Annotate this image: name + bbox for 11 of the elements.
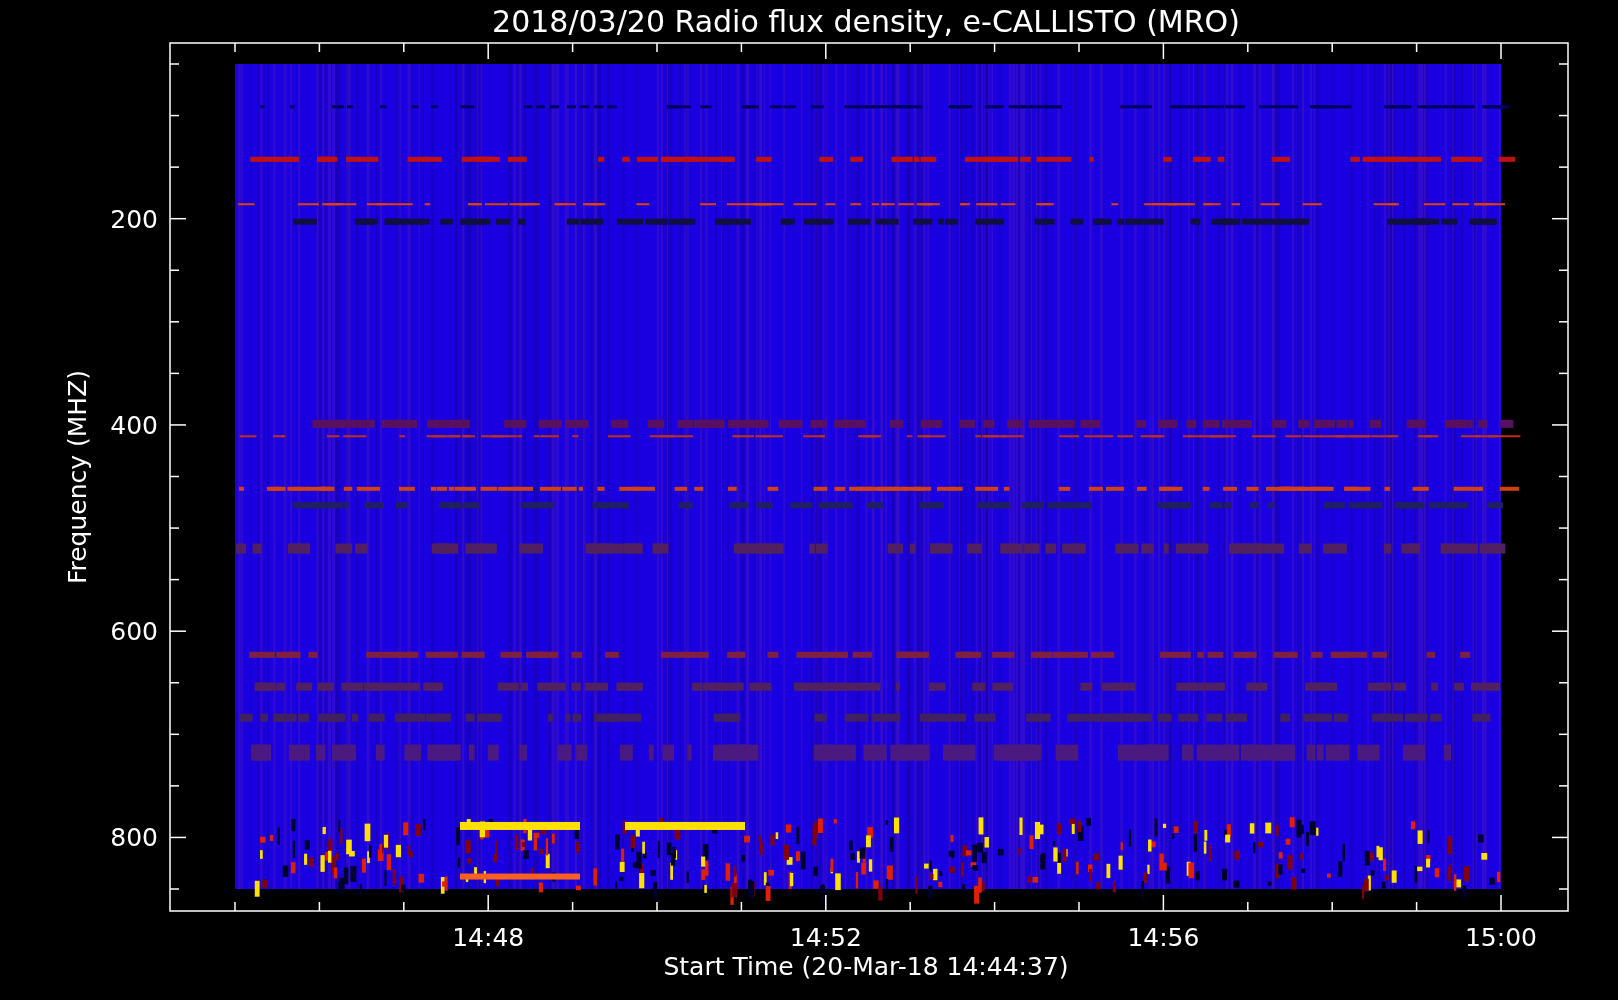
x-tick-label: 15:00 bbox=[1465, 923, 1537, 952]
y-tick-label: 200 bbox=[110, 204, 158, 234]
y-tick-label: 800 bbox=[110, 823, 158, 853]
x-axis-label: Start Time (20-Mar-18 14:44:37) bbox=[663, 952, 1069, 981]
y-tick-label: 600 bbox=[110, 617, 158, 647]
x-tick-label: 14:48 bbox=[452, 923, 525, 952]
y-tick-label: 400 bbox=[110, 410, 158, 440]
chart-title: 2018/03/20 Radio flux density, e-CALLISTO (MRO) bbox=[492, 4, 1240, 39]
y-axis-label: Frequency (MHZ) bbox=[63, 369, 92, 585]
x-tick-label: 14:52 bbox=[789, 923, 862, 952]
x-tick-label: 14:56 bbox=[1127, 923, 1200, 952]
